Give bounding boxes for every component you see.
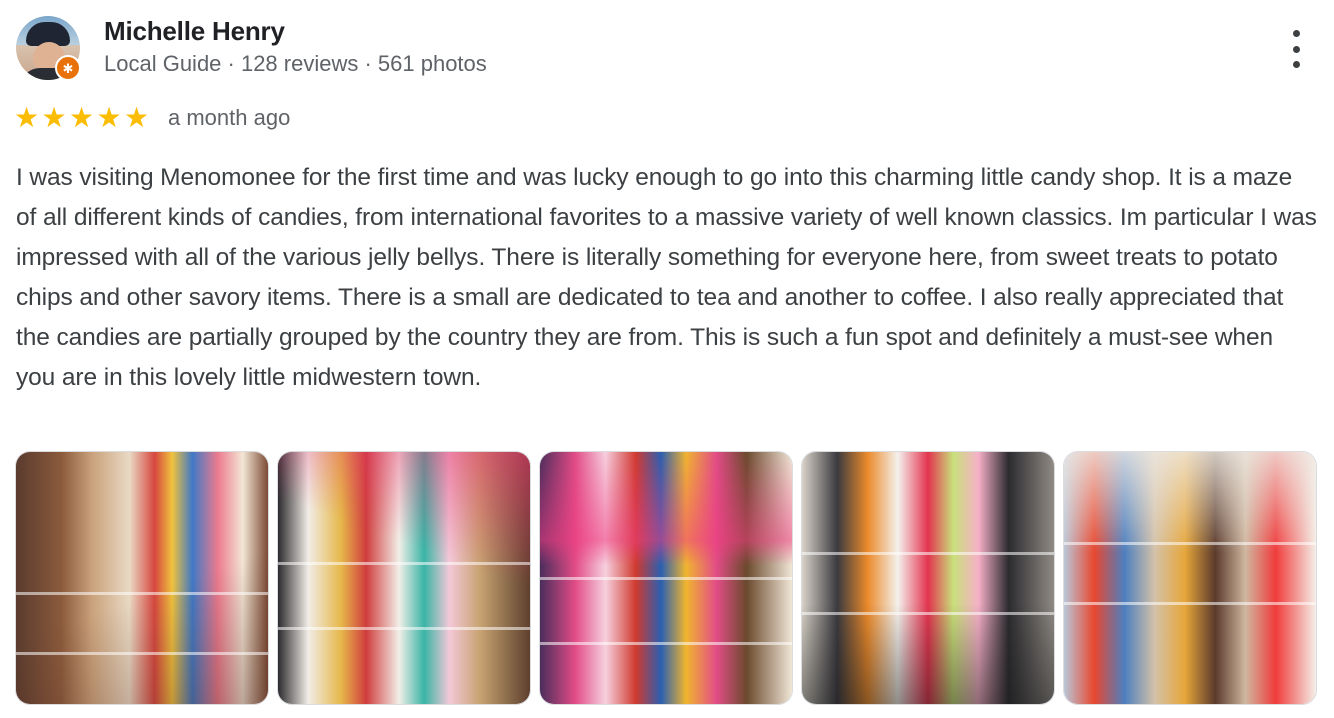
review-photos	[16, 452, 1316, 704]
star-icon: ★	[14, 102, 40, 133]
review-photo[interactable]	[16, 452, 268, 704]
review-photo[interactable]	[278, 452, 530, 704]
more-vert-icon[interactable]	[1282, 30, 1310, 68]
review-photo[interactable]	[1064, 452, 1316, 704]
reviewer-name[interactable]: Michelle Henry	[104, 16, 285, 47]
reviewer-meta: Local Guide · 128 reviews · 561 photos	[104, 51, 487, 76]
star-icon: ★	[69, 102, 95, 133]
star-rating: ★ ★ ★ ★ ★	[14, 102, 152, 134]
star-icon: ★	[124, 102, 150, 133]
local-guide-star-icon: ✱	[55, 55, 81, 81]
review-photo[interactable]	[802, 452, 1054, 704]
review-text: I was visiting Menomonee for the first t…	[16, 164, 1317, 391]
review-date: a month ago	[168, 105, 291, 130]
review-photo[interactable]	[540, 452, 792, 704]
star-icon: ★	[41, 102, 67, 133]
star-icon: ★	[96, 102, 122, 133]
